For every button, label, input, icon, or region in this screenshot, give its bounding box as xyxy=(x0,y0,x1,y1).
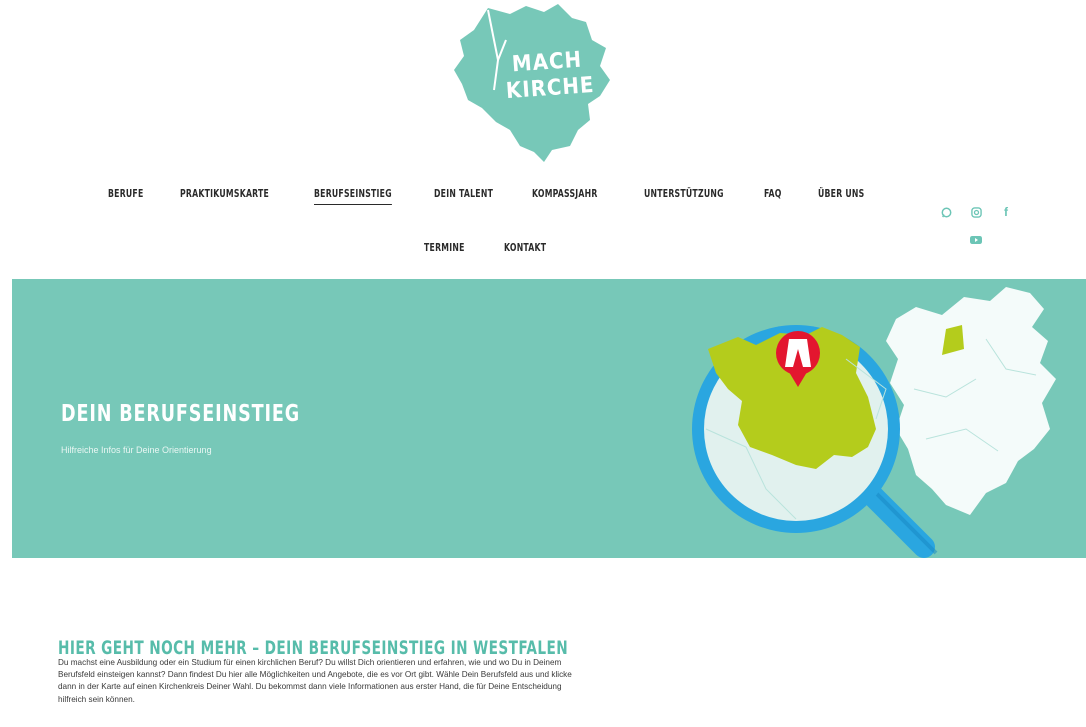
nav-item-kontakt[interactable]: KONTAKT xyxy=(504,242,546,258)
instagram-icon[interactable] xyxy=(970,207,982,219)
nav-item-dein-talent[interactable]: DEIN TALENT xyxy=(434,188,493,204)
body-line-1: Du machst eine Ausbildung oder ein Studi… xyxy=(58,658,562,667)
nav-item-unterstuetzung[interactable]: UNTERSTÜTZUNG xyxy=(644,188,724,204)
hero-title: DEIN BERUFSEINSTIEG xyxy=(61,401,301,427)
nav-item-termine[interactable]: TERMINE xyxy=(424,242,465,258)
whatsapp-icon[interactable] xyxy=(940,207,952,219)
body-line-4: hilfreich sein können. xyxy=(58,694,135,704)
facebook-icon[interactable]: f xyxy=(1000,206,1012,218)
magnifier-map-illustration xyxy=(692,287,1056,558)
hero-banner: DEIN BERUFSEINSTIEG Hilfreiche Infos für… xyxy=(12,279,1086,558)
site-logo[interactable]: MACH KIRCHE xyxy=(440,0,620,170)
nav-item-berufseinstieg[interactable]: BERUFSEINSTIEG xyxy=(314,188,392,205)
body-line-2: Berufsfeld einsteigen kannst? Dann finde… xyxy=(58,670,572,680)
youtube-icon[interactable] xyxy=(970,235,982,247)
section-body: Du machst eine Ausbildung oder ein Studi… xyxy=(58,657,898,706)
nav-item-berufe[interactable]: BERUFE xyxy=(108,188,144,204)
logo-mach-text: MACH xyxy=(511,47,583,78)
nav-item-faq[interactable]: FAQ xyxy=(764,188,782,204)
hero-subtitle: Hilfreiche Infos für Deine Orientierung xyxy=(61,445,212,455)
nav-item-kompassjahr[interactable]: KOMPASSJAHR xyxy=(532,188,598,204)
nav-item-ueber-uns[interactable]: ÜBER UNS xyxy=(818,188,864,204)
nav-item-praktikumskarte[interactable]: PRAKTIKUMSKARTE xyxy=(180,188,269,204)
body-line-3: dann in der Karte auf einen Kirchenkreis… xyxy=(58,682,562,692)
section-title: HIER GEHT NOCH MEHR – DEIN BERUFSEINSTIE… xyxy=(58,636,569,659)
